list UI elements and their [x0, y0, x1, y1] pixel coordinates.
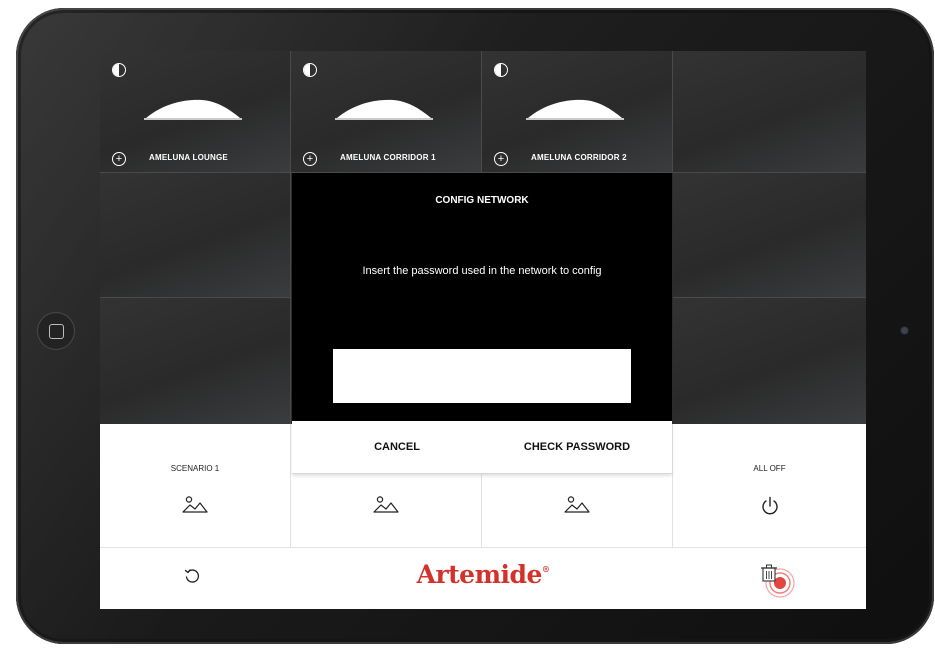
check-password-button[interactable]: CHECK PASSWORD [482, 421, 672, 473]
cancel-button[interactable]: CANCEL [312, 421, 482, 473]
artemide-logo: Artemide® [100, 560, 866, 589]
config-network-dialog: CONFIG NETWORK Insert the password used … [292, 173, 672, 421]
landscape-icon [182, 496, 208, 513]
empty-tile[interactable] [673, 298, 866, 424]
lamp-tile-ameluna-lounge[interactable]: + AMELUNA LOUNGE [100, 51, 291, 173]
lamp-label: AMELUNA CORRIDOR 1 [340, 153, 436, 162]
camera-dot [901, 327, 908, 334]
trash-icon[interactable] [758, 564, 802, 598]
scenario-1-tile[interactable]: SCENARIO 1 [100, 424, 291, 548]
dimmer-half-circle-icon[interactable] [303, 63, 317, 77]
empty-tile[interactable] [673, 51, 866, 173]
home-button[interactable] [37, 312, 75, 350]
all-off-label: ALL OFF [753, 464, 786, 473]
lamp-tile-ameluna-corridor-1[interactable]: + AMELUNA CORRIDOR 1 [291, 51, 482, 173]
footer-bar: Artemide® [100, 548, 866, 609]
password-input[interactable] [333, 349, 631, 403]
lamp-tile-ameluna-corridor-2[interactable]: + AMELUNA CORRIDOR 2 [482, 51, 673, 173]
power-icon [761, 496, 778, 515]
empty-tile[interactable] [673, 173, 866, 298]
dialog-actions: CANCEL CHECK PASSWORD [292, 421, 672, 474]
app-screen: + AMELUNA LOUNGE + AMELUNA CORRIDOR 1 + … [100, 51, 866, 609]
all-off-tile[interactable]: ALL OFF [673, 424, 866, 548]
empty-tile[interactable] [100, 173, 291, 298]
dimmer-half-circle-icon[interactable] [494, 63, 508, 77]
home-square-icon [48, 323, 64, 339]
lamp-label: AMELUNA CORRIDOR 2 [531, 153, 627, 162]
logo-text: Artemide [416, 560, 543, 589]
add-plus-icon[interactable]: + [494, 152, 508, 166]
add-plus-icon[interactable]: + [303, 152, 317, 166]
add-plus-icon[interactable]: + [112, 152, 126, 166]
landscape-icon [373, 496, 399, 513]
lamp-silhouette-icon [144, 99, 242, 120]
scenario-label: SCENARIO 1 [170, 464, 220, 473]
lamp-label: AMELUNA LOUNGE [149, 153, 228, 162]
landscape-icon [564, 496, 590, 513]
empty-tile[interactable] [100, 298, 291, 424]
lamp-silhouette-icon [335, 99, 433, 120]
logo-registered-mark: ® [541, 564, 550, 574]
dialog-message: Insert the password used in the network … [362, 265, 602, 277]
lamp-silhouette-icon [526, 99, 624, 120]
dimmer-half-circle-icon[interactable] [112, 63, 126, 77]
dialog-title: CONFIG NETWORK [435, 195, 529, 206]
